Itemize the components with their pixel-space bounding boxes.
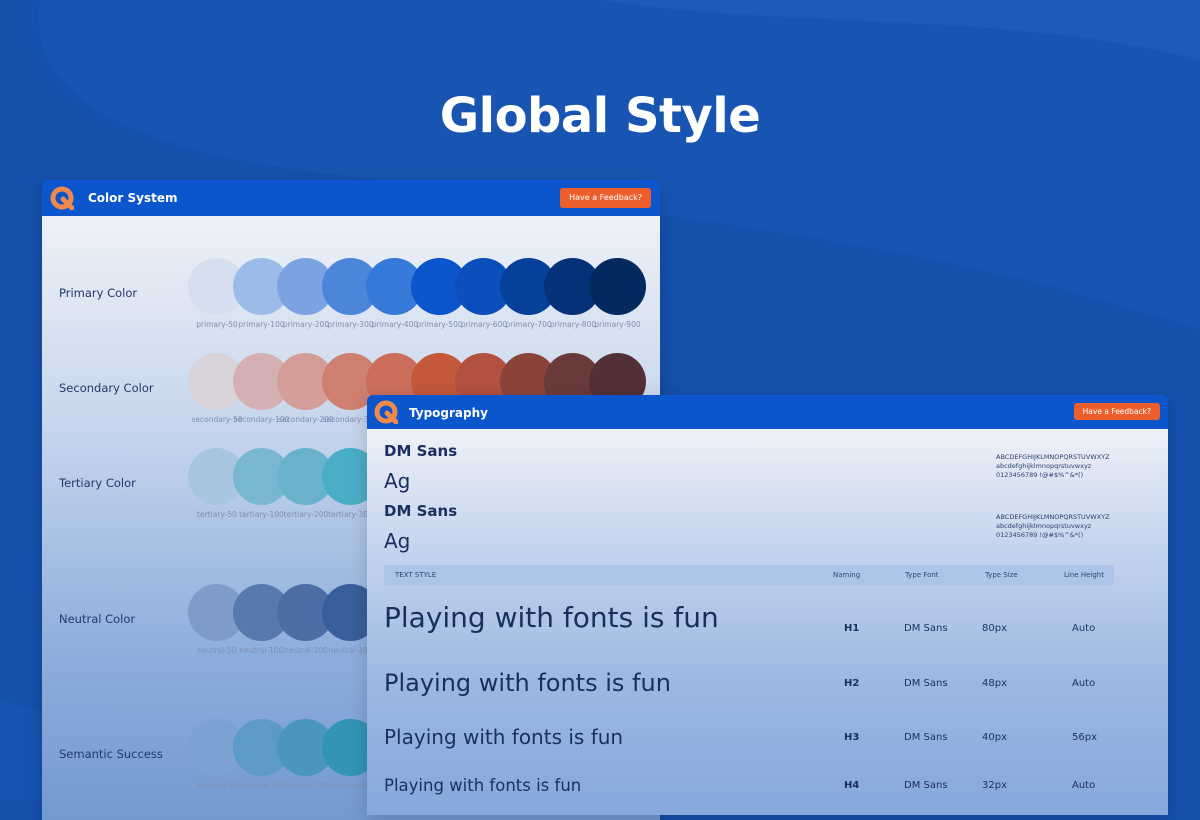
color-row-label: Secondary Color (59, 381, 154, 395)
cell-naming: H4 (844, 780, 860, 791)
font-name: DM Sans (384, 502, 458, 520)
logo-icon (50, 186, 74, 210)
cell-line-height: Auto (1072, 623, 1096, 634)
cell-line-height: 56px (1072, 732, 1097, 743)
column-type-font: Type Font (905, 571, 939, 579)
glyph-lowercase: abcdefghijklmnopqrstuvwxyz (996, 522, 1092, 530)
glyph-uppercase: ABCDEFGHIJKLMNOPQRSTUVWXYZ (996, 453, 1110, 461)
typography-card: Typography Have a Feedback? DM Sans Ag A… (367, 395, 1168, 815)
glyph-lowercase: abcdefghijklmnopqrstuvwxyz (996, 462, 1092, 470)
logo-icon (374, 400, 398, 424)
color-row-label: Tertiary Color (59, 476, 136, 490)
column-text-style: TEXT STYLE (395, 571, 437, 579)
cell-naming: H2 (844, 678, 860, 689)
font-name: DM Sans (384, 442, 458, 460)
glyph-numbers: 0123456789 !@#$%^&*() (996, 471, 1084, 479)
cell-line-height: Auto (1072, 678, 1096, 689)
cell-size: 80px (982, 623, 1007, 634)
glyph-uppercase: ABCDEFGHIJKLMNOPQRSTUVWXYZ (996, 513, 1110, 521)
font-sample: Ag (384, 529, 411, 553)
h3-sample: Playing with fonts is fun (384, 725, 624, 749)
h2-sample: Playing with fonts is fun (384, 669, 671, 697)
cell-font: DM Sans (904, 780, 948, 791)
cell-naming: H3 (844, 732, 860, 743)
cell-font: DM Sans (904, 623, 948, 634)
cell-size: 32px (982, 780, 1007, 791)
color-row-label: Primary Color (59, 286, 138, 300)
column-line-height: Line Height (1064, 571, 1104, 579)
h1-sample: Playing with fonts is fun (384, 601, 719, 634)
font-sample: Ag (384, 469, 411, 493)
card-title: Color System (88, 191, 178, 205)
cell-font: DM Sans (904, 678, 948, 689)
cell-font: DM Sans (904, 732, 948, 743)
column-type-size: Type Size (985, 571, 1018, 579)
cell-naming: H1 (844, 623, 860, 634)
column-naming: Naming (833, 571, 861, 579)
cell-line-height: Auto (1072, 780, 1096, 791)
color-row-label: Semantic Success (59, 747, 163, 761)
feedback-button[interactable]: Have a Feedback? (560, 188, 651, 208)
card-header: Color System Have a Feedback? (42, 180, 660, 216)
glyph-numbers: 0123456789 !@#$%^&*() (996, 531, 1084, 539)
card-header: Typography Have a Feedback? (367, 395, 1168, 429)
color-row-label: Neutral Color (59, 612, 136, 626)
feedback-button[interactable]: Have a Feedback? (1073, 403, 1160, 420)
page-title: Global Style (439, 88, 761, 144)
color-swatch[interactable] (588, 258, 646, 315)
card-title: Typography (409, 406, 488, 420)
cell-size: 48px (982, 678, 1007, 689)
swatch-label: primary-900 (594, 320, 641, 329)
color-row: Primary Color primary-50 primary-100 primar… (42, 258, 660, 348)
cell-size: 40px (982, 732, 1007, 743)
table-header: TEXT STYLE Naming Type Font Type Size Li… (384, 565, 1114, 585)
typography-body: DM Sans Ag ABCDEFGHIJKLMNOPQRSTUVWXYZ ab… (367, 429, 1168, 815)
h4-sample: Playing with fonts is fun (384, 776, 582, 795)
